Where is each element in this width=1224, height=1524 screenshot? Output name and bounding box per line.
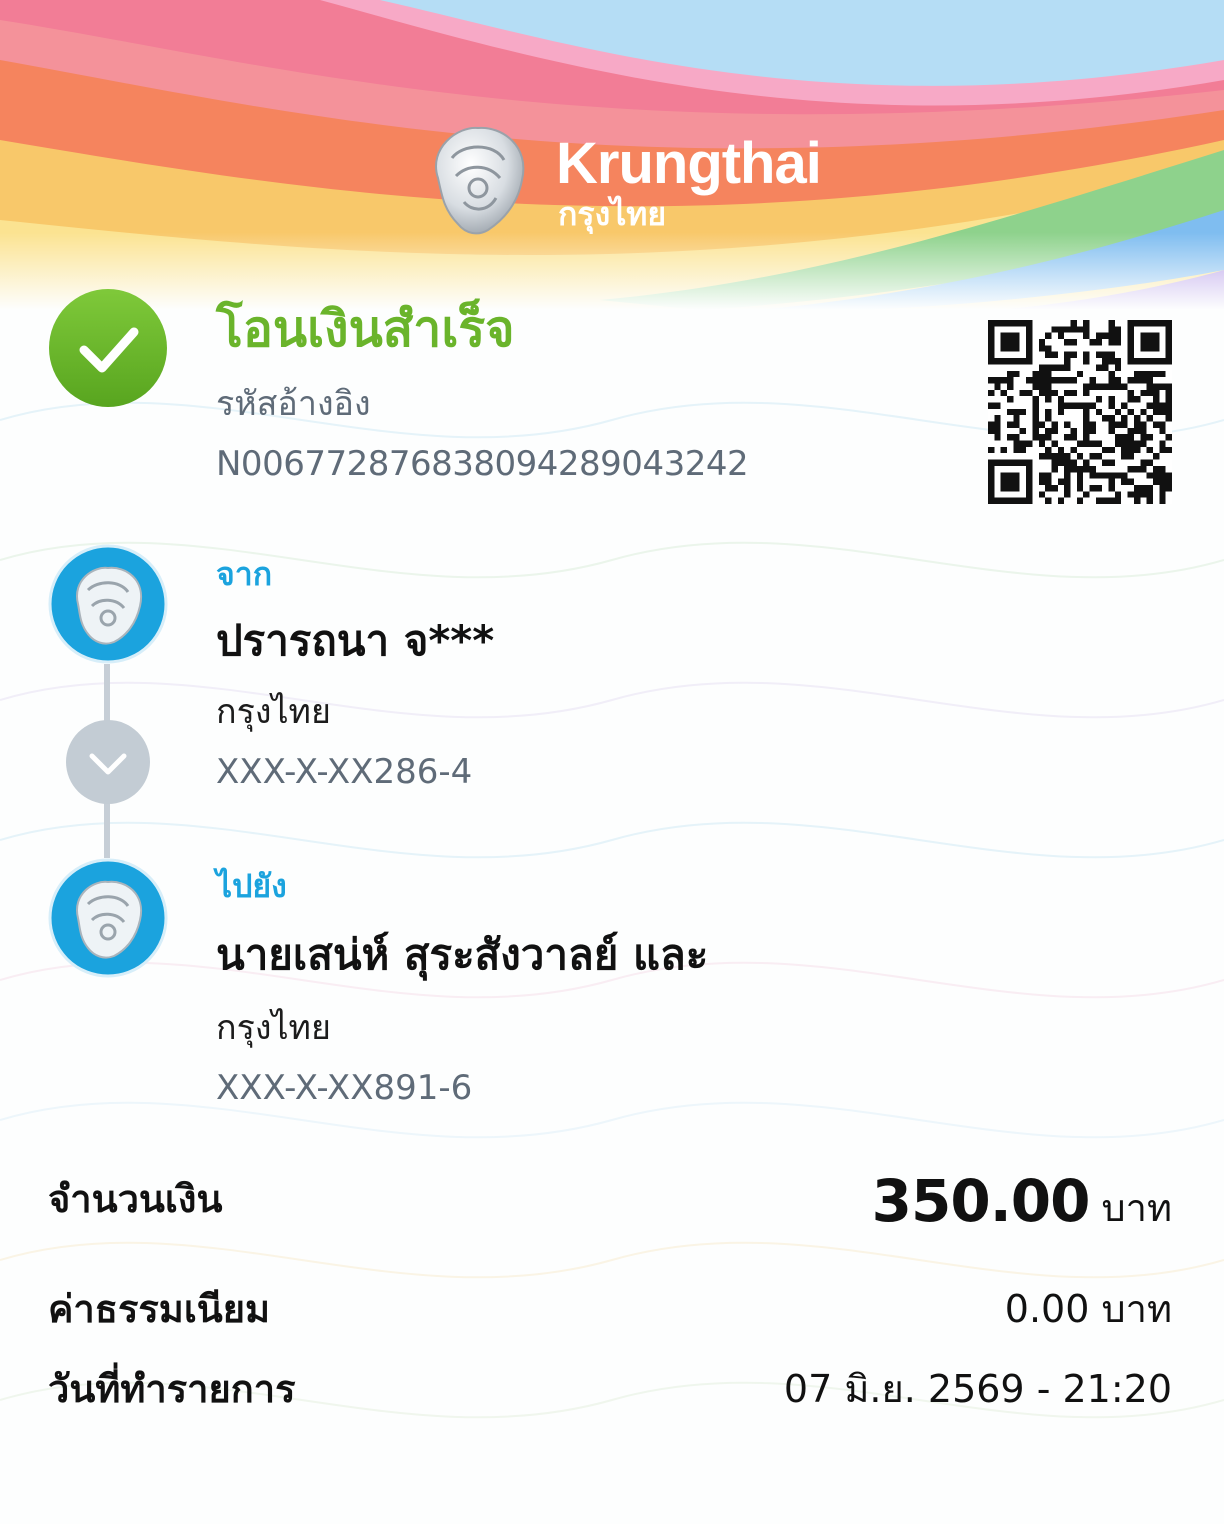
amount-value: 350.00 บาท [872,1172,1172,1233]
sender-bank: กรุงไทย [216,692,331,732]
reference-value: N006772876838094289043242 [216,444,749,484]
check-circle-icon [49,289,167,407]
qr-code[interactable] [988,320,1172,504]
sender-account: XXX-X-XX286-4 [216,752,473,792]
date-value: 07 มิ.ย. 2569 - 21:20 [783,1367,1172,1411]
fee-label: ค่าธรรมเนียม [48,1287,271,1331]
receiver-account: XXX-X-XX891-6 [216,1068,473,1108]
amount-number: 350.00 [871,1167,1091,1235]
brand-name-th: กรุงไทย [558,195,667,233]
amount-unit: บาท [1101,1186,1172,1230]
reference-label: รหัสอ้างอิง [216,384,371,424]
sender-name: ปรารถนา จ*** [216,616,495,665]
receiver-label: ไปยัง [216,867,287,905]
fee-value: 0.00 บาท [1004,1287,1172,1331]
brand-name-en: Krungthai [556,131,822,196]
chevron-down-icon [66,720,150,804]
krungthai-bank-icon [48,544,168,664]
receiver-bank: กรุงไทย [216,1008,331,1048]
status-title: โอนเงินสำเร็จ [216,300,515,358]
garuda-logo-icon [435,126,525,235]
krungthai-bank-icon [48,858,168,978]
krungthai-logo: Krungthai กรุงไทย [418,118,822,248]
date-label: วันที่ทำรายการ [48,1367,296,1411]
timeline-connector [104,802,110,858]
receiver-name: นายเสน่ห์ สุระสังวาลย์ และ [216,930,709,979]
sender-label: จาก [216,555,273,593]
timeline-connector [104,664,110,722]
amount-label: จำนวนเงิน [48,1177,223,1221]
